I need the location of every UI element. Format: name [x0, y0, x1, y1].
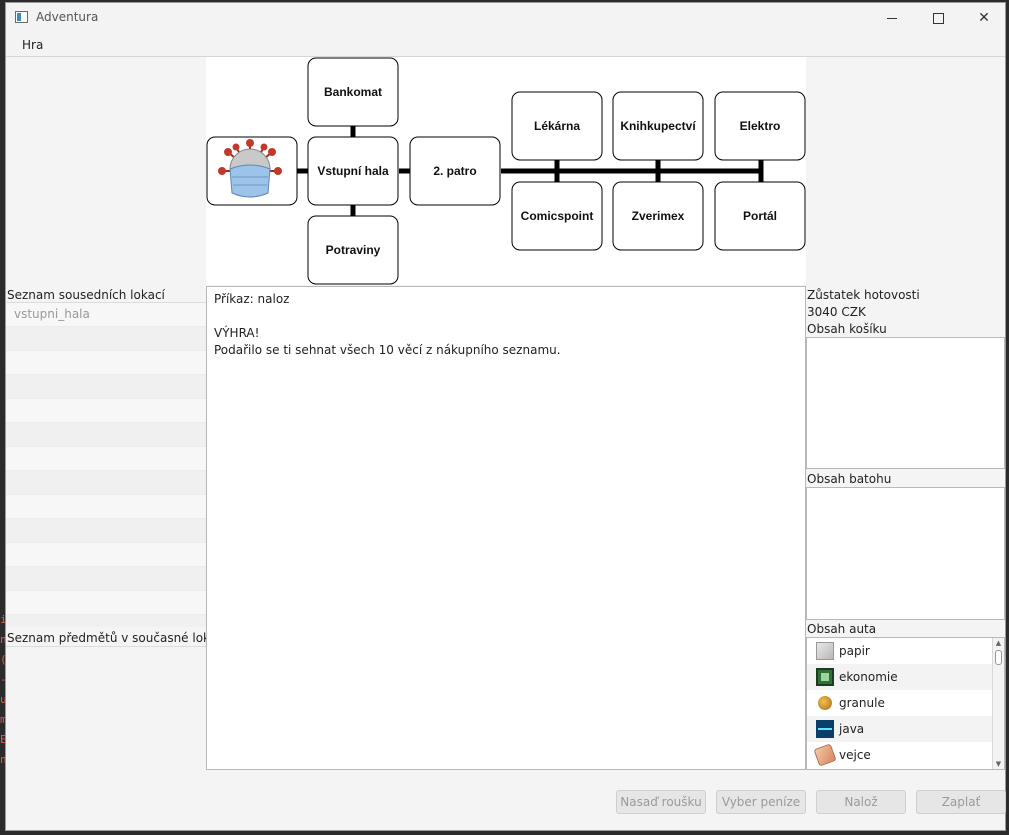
- scroll-down-arrow-icon[interactable]: ▼: [993, 759, 1004, 769]
- car-list[interactable]: papir ekonomie granule java vejce ▲ ▼: [806, 637, 1005, 770]
- output-line: VÝHRA!: [214, 326, 260, 340]
- room-comicspoint-label: Comicspoint: [521, 209, 594, 223]
- location-items-list[interactable]: [6, 646, 206, 770]
- room-zverimex: Zverimex: [612, 181, 704, 251]
- close-button[interactable]: ✕: [961, 3, 1007, 33]
- car-item[interactable]: vejce: [807, 742, 1004, 768]
- car-item[interactable]: papir: [807, 638, 1004, 664]
- menu-bar: Hra: [6, 33, 1005, 57]
- car-item[interactable]: ekonomie: [807, 664, 1004, 690]
- app-icon: [15, 11, 28, 23]
- backpack-label: Obsah batohu: [807, 472, 892, 486]
- output-line: Příkaz: naloz: [214, 292, 290, 306]
- car-item-label: papir: [839, 644, 870, 658]
- empty-row: [6, 327, 206, 351]
- car-item-label: vejce: [839, 748, 871, 762]
- scroll-thumb[interactable]: [995, 650, 1002, 665]
- car-list-scrollbar[interactable]: ▲ ▼: [992, 638, 1004, 769]
- car-item[interactable]: java: [807, 716, 1004, 742]
- neighbor-item[interactable]: vstupni_hala: [6, 303, 206, 327]
- output-line: Podařilo se ti sehnat všech 10 věcí z ná…: [214, 343, 561, 357]
- neighbors-label: Seznam sousedních lokací: [7, 288, 165, 302]
- minimize-button[interactable]: [869, 3, 915, 33]
- put-on-mask-button[interactable]: Nasaď roušku: [616, 790, 706, 814]
- empty-row: [6, 519, 206, 543]
- car-item[interactable]: granule: [807, 690, 1004, 716]
- empty-row: [6, 471, 206, 495]
- scroll-up-arrow-icon[interactable]: ▲: [993, 638, 1004, 648]
- room-bankomat: Bankomat: [307, 57, 399, 127]
- room-2-patro-label: 2. patro: [433, 164, 476, 178]
- book-icon: [816, 668, 834, 686]
- pay-button[interactable]: Zaplať: [916, 790, 1006, 814]
- car-item-label: java: [839, 722, 865, 736]
- room-vstupni-hala-label: Vstupní hala: [317, 164, 389, 178]
- empty-row: [6, 567, 206, 591]
- empty-row: [6, 423, 206, 447]
- room-lekarna-label: Lékárna: [534, 119, 580, 133]
- empty-row: [6, 543, 206, 567]
- empty-row: [6, 615, 206, 627]
- main-content: Bankomat Vstupní hala Potraviny 2. patro…: [6, 57, 1006, 830]
- car-item-label: granule: [839, 696, 885, 710]
- neighbors-list[interactable]: vstupni_hala: [6, 302, 206, 627]
- empty-row: [6, 375, 206, 399]
- maximize-button[interactable]: [915, 3, 961, 33]
- java-book-icon: [816, 720, 834, 738]
- empty-row: [6, 495, 206, 519]
- title-bar: Adventura ✕: [6, 3, 1005, 33]
- room-portal: Portál: [714, 181, 806, 251]
- window-title: Adventura: [36, 10, 99, 24]
- empty-row: [6, 591, 206, 615]
- cash-label: Zůstatek hotovosti: [807, 288, 920, 302]
- car-item-label: ekonomie: [839, 670, 898, 684]
- app-window: Adventura ✕ Hra Bankomat Vstupní hala Po…: [5, 2, 1006, 831]
- room-elektro: Elektro: [714, 91, 806, 161]
- empty-row: [6, 399, 206, 423]
- eggs-icon: [813, 743, 837, 767]
- empty-row: [6, 351, 206, 375]
- car-label: Obsah auta: [807, 622, 877, 636]
- game-map: Bankomat Vstupní hala Potraviny 2. patro…: [206, 57, 806, 285]
- game-output-textarea[interactable]: Příkaz: naloz VÝHRA! Podařilo se ti sehn…: [206, 286, 806, 770]
- room-2-patro: 2. patro: [409, 136, 501, 206]
- cart-list[interactable]: [806, 337, 1005, 469]
- empty-row: [6, 447, 206, 471]
- room-knihkupectvi: Knihkupectví: [612, 91, 704, 161]
- player-virus-icon: [206, 136, 298, 206]
- room-vstupni-hala: Vstupní hala: [307, 136, 399, 206]
- room-bankomat-label: Bankomat: [324, 85, 382, 99]
- backpack-list[interactable]: [806, 487, 1005, 620]
- room-zverimex-label: Zverimex: [632, 209, 685, 223]
- paper-icon: [816, 642, 834, 660]
- cart-label: Obsah košíku: [807, 322, 887, 336]
- room-potraviny-label: Potraviny: [326, 243, 381, 257]
- room-knihkupectvi-label: Knihkupectví: [620, 119, 696, 133]
- map-svg: Bankomat Vstupní hala Potraviny 2. patro…: [206, 57, 806, 285]
- cash-value: 3040 CZK: [807, 305, 866, 319]
- room-portal-label: Portál: [743, 209, 777, 223]
- dog-food-icon: [818, 696, 832, 710]
- withdraw-money-button[interactable]: Vyber peníze: [716, 790, 806, 814]
- room-comicspoint: Comicspoint: [511, 181, 603, 251]
- room-elektro-label: Elektro: [740, 119, 781, 133]
- menu-hra[interactable]: Hra: [22, 38, 43, 52]
- items-label: Seznam předmětů v současné lokaci: [7, 631, 228, 645]
- room-lekarna: Lékárna: [511, 91, 603, 161]
- load-button[interactable]: Nalož: [816, 790, 906, 814]
- room-potraviny: Potraviny: [307, 215, 399, 285]
